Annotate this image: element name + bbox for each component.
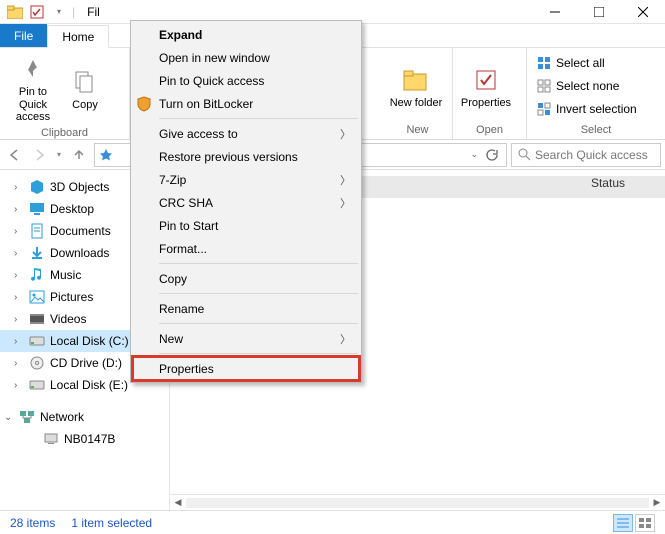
expand-icon[interactable]: › (14, 204, 24, 215)
menu-item-format-[interactable]: Format... (133, 237, 359, 260)
expand-icon[interactable]: › (14, 226, 24, 237)
menu-item-restore-previous-versions[interactable]: Restore previous versions (133, 145, 359, 168)
menu-item-give-access-to[interactable]: Give access to〉 (133, 122, 359, 145)
expand-icon[interactable]: › (14, 336, 24, 347)
menu-item-crc-sha[interactable]: CRC SHA〉 (133, 191, 359, 214)
menu-item-properties[interactable]: Properties (133, 357, 359, 380)
minimize-button[interactable] (533, 0, 577, 24)
status-selected-count: 1 item selected (71, 516, 152, 530)
status-item-count: 28 items (10, 516, 55, 530)
new-folder-button[interactable]: New folder (389, 61, 443, 110)
back-button[interactable] (4, 144, 26, 166)
context-menu: ExpandOpen in new windowPin to Quick acc… (130, 20, 362, 383)
forward-button[interactable] (28, 144, 50, 166)
window-title: Fil (81, 5, 533, 19)
group-label-open: Open (453, 123, 526, 139)
chevron-right-icon: 〉 (340, 172, 351, 188)
collapse-icon[interactable]: ⌄ (4, 412, 14, 423)
expand-icon[interactable]: › (14, 270, 24, 281)
select-none-button[interactable]: Select none (533, 75, 640, 97)
menu-item-copy[interactable]: Copy (133, 267, 359, 290)
computer-icon (42, 433, 60, 445)
status-bar: 28 items 1 item selected (0, 510, 665, 534)
tree-item-network[interactable]: ⌄Network (0, 406, 169, 428)
cd-icon (28, 356, 46, 370)
maximize-button[interactable] (577, 0, 621, 24)
menu-item-rename[interactable]: Rename (133, 297, 359, 320)
menu-item-pin-to-quick-access[interactable]: Pin to Quick access (133, 69, 359, 92)
chevron-right-icon: 〉 (340, 331, 351, 347)
menu-item-new[interactable]: New〉 (133, 327, 359, 350)
pin-to-quick-access-button[interactable]: Pin to Quick access (6, 50, 60, 124)
tab-home[interactable]: Home (47, 25, 109, 48)
details-view-button[interactable] (613, 514, 633, 532)
properties-button[interactable]: Properties (459, 61, 513, 110)
quick-access-star-icon (99, 148, 113, 162)
scroll-right-button[interactable]: ▶ (649, 497, 665, 508)
quick-access-toolbar: ▾ | (0, 3, 81, 21)
chevron-down-icon[interactable]: ⌄ (470, 149, 478, 160)
dropdown-icon[interactable]: ▾ (50, 3, 68, 21)
down-icon (28, 246, 46, 260)
properties-qat-icon[interactable] (28, 3, 46, 21)
recent-locations-button[interactable]: ▾ (52, 144, 66, 166)
chevron-right-icon: 〉 (340, 195, 351, 211)
refresh-button[interactable] (484, 148, 498, 162)
menu-item-7-zip[interactable]: 7-Zip〉 (133, 168, 359, 191)
pin-icon (18, 54, 48, 84)
menu-item-pin-to-start[interactable]: Pin to Start (133, 214, 359, 237)
horizontal-scrollbar[interactable]: ◀ ▶ (170, 494, 665, 510)
pic-icon (28, 290, 46, 304)
network-icon (18, 410, 36, 424)
menu-item-turn-on-bitlocker[interactable]: Turn on BitLocker (133, 92, 359, 115)
expand-icon[interactable]: › (14, 314, 24, 325)
disk-icon (28, 335, 46, 347)
menu-item-expand[interactable]: Expand (133, 23, 359, 46)
properties-icon (471, 65, 501, 95)
expand-icon[interactable]: › (14, 358, 24, 369)
scroll-left-button[interactable]: ◀ (170, 497, 186, 508)
chevron-right-icon: 〉 (340, 126, 351, 142)
invert-selection-icon (536, 101, 552, 117)
invert-selection-button[interactable]: Invert selection (533, 98, 640, 120)
copy-button[interactable]: Copy (64, 63, 106, 112)
expand-icon[interactable]: › (14, 182, 24, 193)
music-icon (28, 267, 46, 283)
cube-icon (28, 179, 46, 195)
disk-icon (28, 379, 46, 391)
select-all-button[interactable]: Select all (533, 52, 640, 74)
doc-icon (28, 223, 46, 239)
group-label-new: New (383, 123, 452, 139)
search-icon (518, 148, 531, 161)
group-label-clipboard: Clipboard (0, 126, 129, 142)
video-icon (28, 313, 46, 325)
expand-icon[interactable]: › (14, 380, 24, 391)
shield-icon (137, 96, 155, 112)
tab-file[interactable]: File (0, 24, 47, 47)
menu-item-open-in-new-window[interactable]: Open in new window (133, 46, 359, 69)
select-all-icon (536, 55, 552, 71)
group-label-select: Select (527, 123, 665, 139)
expand-icon[interactable]: › (14, 292, 24, 303)
copy-icon (70, 67, 100, 97)
tree-item-network-pc[interactable]: NB0147B (0, 428, 169, 450)
column-header-status[interactable]: Status (591, 176, 625, 190)
search-input[interactable]: Search Quick access (511, 143, 661, 167)
large-icons-view-button[interactable] (635, 514, 655, 532)
select-none-icon (536, 78, 552, 94)
folder-icon (6, 3, 24, 21)
expand-icon[interactable]: › (14, 248, 24, 259)
up-button[interactable] (68, 144, 90, 166)
close-button[interactable] (621, 0, 665, 24)
new-folder-icon (401, 65, 431, 95)
desktop-icon (28, 202, 46, 216)
